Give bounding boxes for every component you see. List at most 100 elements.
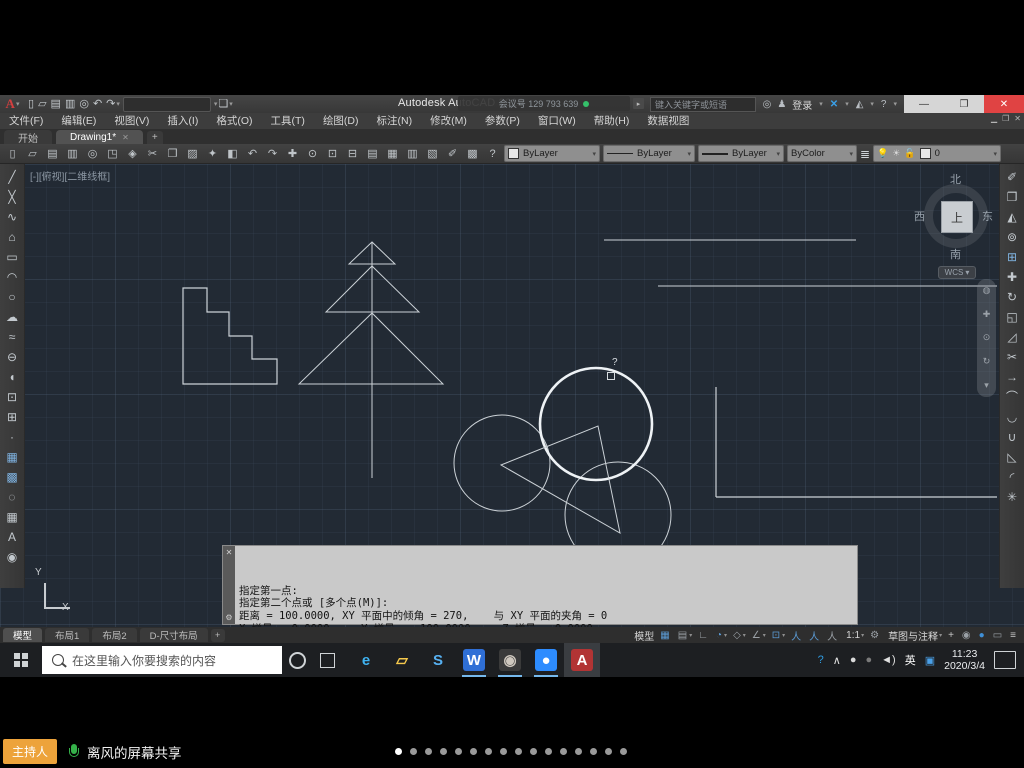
sheet-icon[interactable]: ❏ <box>218 96 228 112</box>
autocad-icon[interactable]: A <box>564 643 600 677</box>
polar-tracking-toggle[interactable]: ◔▾ <box>716 630 727 641</box>
help-search-input[interactable]: 键入关键字或短语 <box>650 97 756 112</box>
plot-icon[interactable]: ▥ <box>64 146 81 162</box>
multiline-text-icon[interactable]: A <box>3 527 22 546</box>
tree-bottom-triangle[interactable] <box>299 313 443 384</box>
menu-dimension[interactable]: 标注(N) <box>368 113 422 129</box>
autoscale-toggle[interactable]: 人 <box>809 628 821 643</box>
video-app-icon[interactable]: ◉ <box>492 643 528 677</box>
wps-office-icon[interactable]: W <box>456 643 492 677</box>
snap-toggle[interactable]: ▤▾ <box>678 630 692 641</box>
file-explorer-icon[interactable]: ▱ <box>384 643 420 677</box>
table-icon[interactable]: ▦ <box>3 507 22 526</box>
doc-close-icon[interactable]: ✕ <box>1014 114 1021 123</box>
viewcube-west[interactable]: 西 <box>914 208 925 224</box>
security-help-icon[interactable]: ? <box>818 654 824 666</box>
layer-dropdown[interactable]: 💡 ☀ 🔓 0▾ <box>873 145 1001 162</box>
polyline-icon[interactable]: ∿ <box>3 207 22 226</box>
create-block-icon[interactable]: ⊞ <box>3 407 22 426</box>
wcs-dropdown[interactable]: WCS▾ <box>938 266 976 279</box>
isodraft-toggle[interactable]: ◇▾ <box>733 630 746 641</box>
undo-icon[interactable]: ↶ <box>93 96 102 112</box>
doc-restore-icon[interactable]: ❐ <box>1002 114 1009 123</box>
copy-icon[interactable]: ❐ <box>1003 187 1022 206</box>
layer-properties-icon[interactable]: ≣ <box>860 147 870 161</box>
a360-icon[interactable]: ◭ <box>856 99 864 110</box>
new-file-icon[interactable]: ▯ <box>28 96 34 112</box>
input-language[interactable]: 英 <box>905 652 916 668</box>
workspace-dropdown[interactable] <box>123 97 211 112</box>
ortho-toggle[interactable]: ∟ <box>698 630 710 641</box>
array-icon[interactable]: ⊞ <box>1003 247 1022 266</box>
gradient-icon[interactable]: ▩ <box>3 467 22 486</box>
stretch-icon[interactable]: ◿ <box>1003 327 1022 346</box>
save-icon[interactable]: ▤ <box>44 146 61 162</box>
menu-window[interactable]: 窗口(W) <box>529 113 585 129</box>
quickcalc-icon[interactable]: ▩ <box>464 146 481 162</box>
menu-modify[interactable]: 修改(M) <box>421 113 476 129</box>
cortana-button[interactable] <box>282 643 312 677</box>
3d-dwf-icon[interactable]: ◈ <box>124 146 141 162</box>
exchange-apps-icon[interactable]: ✕ <box>830 99 838 110</box>
zoom-previous-icon[interactable]: ⊟ <box>344 146 361 162</box>
left-circle[interactable] <box>454 415 550 511</box>
menu-tools[interactable]: 工具(T) <box>262 113 314 129</box>
ellipse-arc-icon[interactable]: ◖ <box>3 367 22 386</box>
mirror-icon[interactable]: ◭ <box>1003 207 1022 226</box>
help-question-icon[interactable]: ? <box>881 99 887 110</box>
command-window-grip[interactable]: ✕ ⚙ <box>223 546 235 624</box>
rectangle-icon[interactable]: ▭ <box>3 247 22 266</box>
navbar-pan-icon[interactable]: ✚ <box>983 309 991 320</box>
command-close-icon[interactable]: ✕ <box>226 548 233 557</box>
new-tab-button[interactable]: + <box>147 131 163 144</box>
trim-icon[interactable]: ✂ <box>1003 347 1022 366</box>
break-icon[interactable]: ◡ <box>1003 407 1022 426</box>
fillet-icon[interactable]: ◜ <box>1003 467 1022 486</box>
menu-insert[interactable]: 插入(I) <box>158 113 207 129</box>
undo-icon[interactable]: ↶ <box>244 146 261 162</box>
selected-circle[interactable] <box>540 368 652 480</box>
sheet-set-manager-icon[interactable]: ▧ <box>424 146 441 162</box>
drawing-canvas[interactable]: [-][俯视][二维线框] 北 西 东 南 上 WCS▾ ◍ ✚ ⊙ ↻ ▾ Y… <box>0 164 1024 627</box>
isolate-objects-toggle[interactable]: ◉ <box>962 630 973 641</box>
spline-icon[interactable]: ≈ <box>3 327 22 346</box>
tab-model[interactable]: 模型 <box>3 628 42 642</box>
menu-edit[interactable]: 编辑(E) <box>52 113 105 129</box>
plotstyle-dropdown[interactable]: ByColor▾ <box>787 145 857 162</box>
plot-preview-icon[interactable]: ◎ <box>84 146 101 162</box>
osnap-toggle[interactable]: ⊡▾ <box>772 630 785 641</box>
linetype-dropdown[interactable]: ByLayer▾ <box>603 145 695 162</box>
arc-icon[interactable]: ◠ <box>3 267 22 286</box>
otrack-toggle[interactable]: ∠▾ <box>752 630 766 641</box>
menu-dataview[interactable]: 数据视图 <box>638 113 698 129</box>
open-file-icon[interactable]: ▱ <box>38 96 46 112</box>
annotation-scale-value[interactable]: 1:1▾ <box>845 630 864 641</box>
menu-parametric[interactable]: 参数(P) <box>476 113 529 129</box>
erase-icon[interactable]: ✐ <box>1003 167 1022 186</box>
taskbar-clock[interactable]: 11:232020/3/4 <box>944 648 985 672</box>
copy-clip-icon[interactable]: ❐ <box>164 146 181 162</box>
plot-preview-icon[interactable]: ◎ <box>79 96 89 112</box>
redo-icon[interactable]: ↷ <box>106 96 115 112</box>
qq-icon[interactable]: ● <box>850 654 857 666</box>
sogou-browser-icon[interactable]: S <box>420 643 456 677</box>
media-app-icon[interactable]: ● <box>866 654 873 666</box>
customization-menu[interactable]: ≡ <box>1010 630 1018 641</box>
annotation-monitor-toggle[interactable]: + <box>948 630 956 641</box>
menu-format[interactable]: 格式(O) <box>207 113 261 129</box>
grid-toggle[interactable]: ▦ <box>660 630 671 641</box>
revision-cloud-icon[interactable]: ☁ <box>3 307 22 326</box>
paste-icon[interactable]: ▨ <box>184 146 201 162</box>
tab-close-icon[interactable]: ✕ <box>122 133 129 142</box>
workspace-switcher[interactable]: 草图与注释▾ <box>887 628 942 643</box>
clean-screen-toggle[interactable]: ▭ <box>993 630 1004 641</box>
tab-layout1[interactable]: 布局1 <box>45 628 89 642</box>
tool-palettes-icon[interactable]: ▥ <box>404 146 421 162</box>
command-tools-icon[interactable]: ⚙ <box>225 613 232 622</box>
annotation-scale-icon[interactable]: 人 <box>827 628 839 643</box>
viewcube-east[interactable]: 东 <box>982 208 993 224</box>
line-icon[interactable]: ╱ <box>3 167 22 186</box>
stairs-polyline[interactable] <box>183 288 277 384</box>
zoom-realtime-icon[interactable]: ⊙ <box>304 146 321 162</box>
search-binoculars-icon[interactable]: ◎ <box>763 99 772 110</box>
